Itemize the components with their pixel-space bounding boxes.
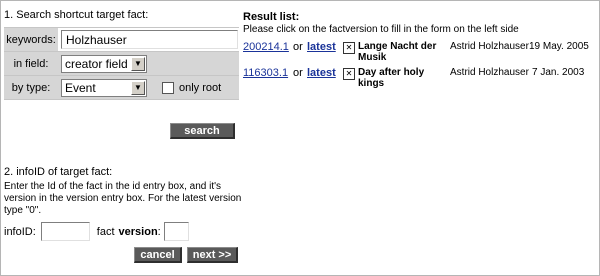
field-select[interactable]: creator field ▼ <box>61 54 147 73</box>
search-button-wrap: search <box>170 123 235 139</box>
result-version-link[interactable]: 116303.1 <box>243 67 288 79</box>
field-row: in field: creator field ▼ <box>4 51 239 76</box>
or-text: or <box>293 67 303 79</box>
infoid-heading: 2. infoID of target fact: <box>4 166 113 178</box>
infoid-help: Enter the Id of the fact in the id entry… <box>4 181 242 216</box>
only-root-checkbox[interactable] <box>162 81 174 94</box>
version-input[interactable] <box>163 222 189 241</box>
results-panel: Result list: Please click on the factver… <box>243 11 595 93</box>
infoid-row: infoID: fact version: <box>4 222 244 241</box>
field-label: in field: <box>4 52 58 75</box>
fact-label: fact <box>96 225 115 238</box>
search-heading: 1. Search shortcut target fact: <box>4 9 149 21</box>
result-author: Astrid Holzhauser <box>450 41 529 52</box>
result-date: 7 Jan. 2003 <box>532 67 585 78</box>
result-title: Day after holy kings <box>358 67 425 89</box>
chevron-down-icon[interactable]: ▼ <box>131 56 145 71</box>
keywords-label: keywords: <box>4 28 58 51</box>
field-select-value: creator field <box>65 56 128 71</box>
result-latest-link[interactable]: latest <box>307 41 336 53</box>
type-select[interactable]: Event ▼ <box>61 78 147 97</box>
nav-buttons: cancel next >> <box>134 247 238 263</box>
or-text: or <box>293 41 303 53</box>
only-root-label: only root <box>179 81 222 94</box>
type-cell: Event ▼ only root <box>58 76 239 99</box>
list-item: 116303.1 or latest ✕ Day after holy king… <box>243 67 595 93</box>
list-item: 200214.1 or latest ✕ Lange Nacht der Mus… <box>243 41 595 67</box>
type-select-value: Event <box>65 80 96 95</box>
keywords-row: keywords: <box>4 27 239 52</box>
infoid-section: 2. infoID of target fact: Enter the Id o… <box>4 166 244 241</box>
type-label: by type: <box>4 76 58 99</box>
chevron-down-icon[interactable]: ▼ <box>131 80 145 95</box>
result-latest-link[interactable]: latest <box>307 67 336 79</box>
result-title: Lange Nacht der Musik <box>358 41 437 63</box>
infoid-label: infoID: <box>4 225 36 238</box>
next-button[interactable]: next >> <box>187 247 238 263</box>
result-version-link[interactable]: 200214.1 <box>243 41 289 53</box>
version-colon: : <box>157 225 161 238</box>
cancel-button[interactable]: cancel <box>134 247 182 263</box>
results-help: Please click on the factversion to fill … <box>243 24 519 35</box>
type-row: by type: Event ▼ only root <box>4 75 239 100</box>
document-icon[interactable]: ✕ <box>343 42 355 54</box>
keywords-input[interactable] <box>61 30 238 49</box>
search-panel: 1. Search shortcut target fact: keywords… <box>4 9 241 263</box>
results-title: Result list: <box>243 11 300 23</box>
result-author: Astrid Holzhauser <box>450 67 529 78</box>
field-cell: creator field ▼ <box>58 52 239 75</box>
version-label: version <box>118 225 158 238</box>
result-date: 19 May. 2005 <box>529 41 589 52</box>
search-button[interactable]: search <box>170 123 235 139</box>
infoid-input[interactable] <box>40 222 90 241</box>
keywords-cell <box>58 28 239 51</box>
document-icon[interactable]: ✕ <box>343 68 355 80</box>
